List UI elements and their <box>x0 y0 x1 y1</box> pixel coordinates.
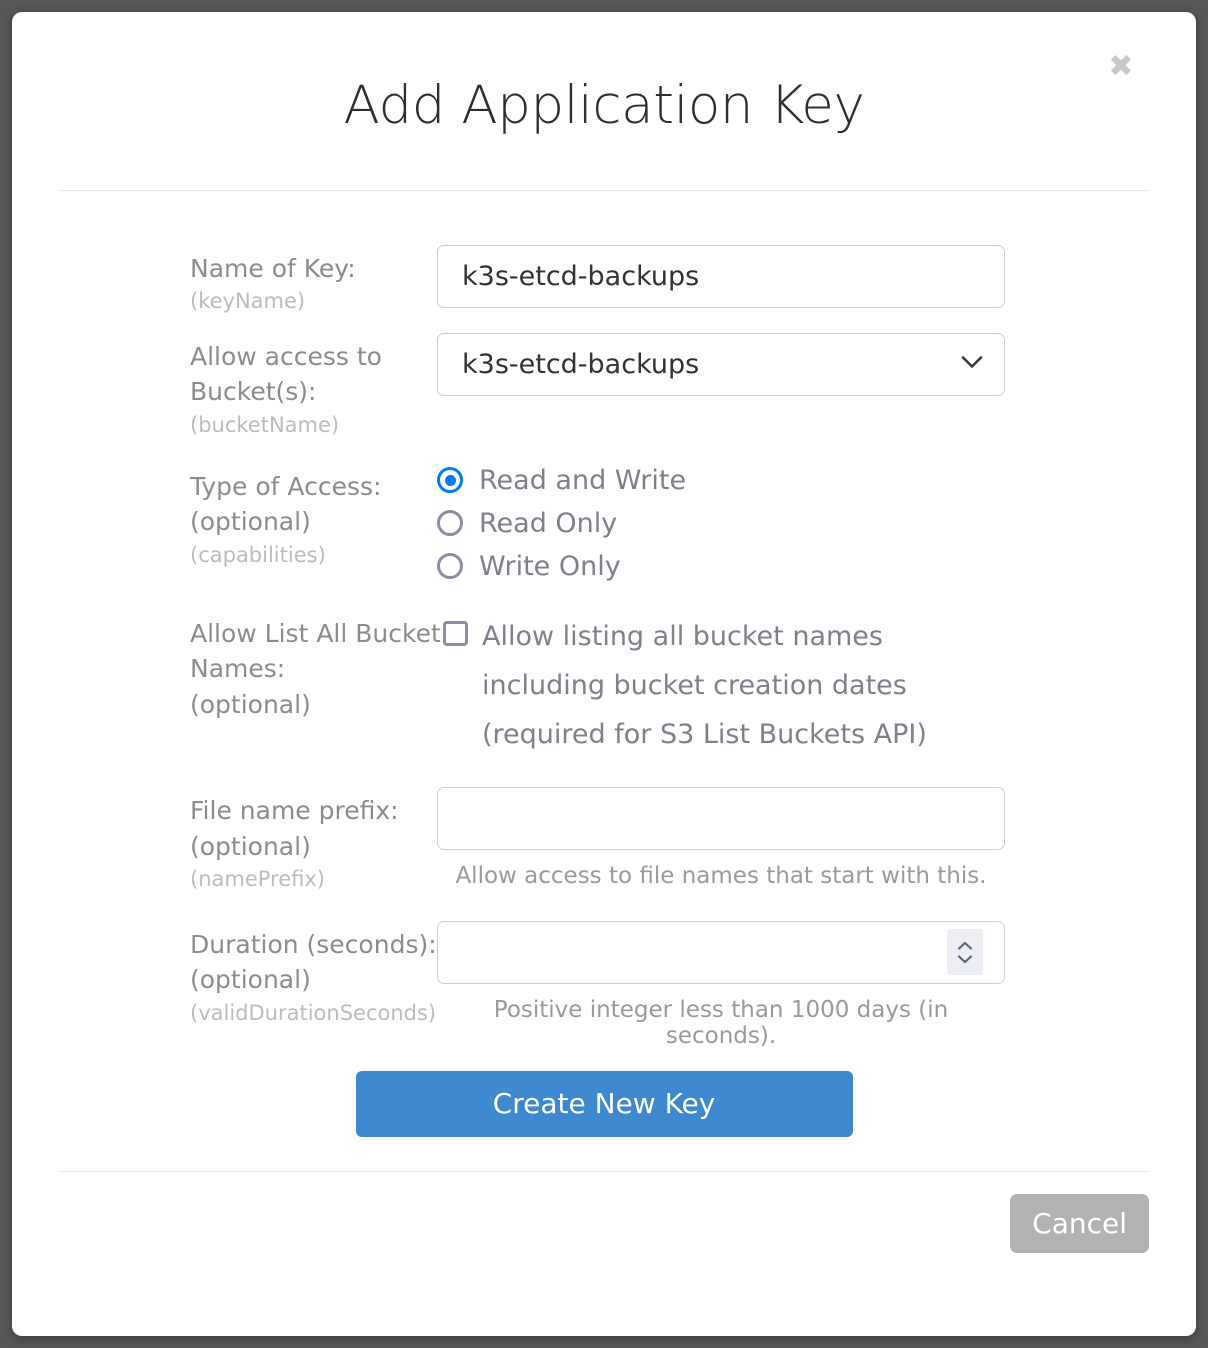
label-name-prefix-optional: (optional) <box>190 831 311 861</box>
label-list-all-buckets-optional: (optional) <box>190 689 311 719</box>
radio-unselected-icon <box>437 510 463 537</box>
duration-input-wrapper <box>437 920 1005 984</box>
close-icon[interactable]: ✖ <box>1104 50 1138 84</box>
label-bucket-text: Allow access to Bucket(s): <box>190 341 382 407</box>
radio-selected-icon <box>437 467 463 494</box>
field-duration: Positive integer less than 1000 days (in… <box>437 920 1149 1049</box>
name-prefix-helper-text: Allow access to file names that start wi… <box>455 863 987 890</box>
radio-read-and-write-label: Read and Write <box>479 464 687 496</box>
dialog-footer: Cancel <box>12 1172 1196 1253</box>
field-row-duration: Duration (seconds): (optional) (validDur… <box>59 920 1149 1049</box>
label-list-all-buckets-text: Allow List All Bucket Names: <box>190 618 441 684</box>
create-new-key-button[interactable]: Create New Key <box>355 1070 853 1137</box>
label-duration-text: Duration (seconds): <box>190 929 437 959</box>
label-access-type-text: Type of Access: <box>190 471 382 501</box>
radio-unselected-icon <box>437 553 463 580</box>
label-access-type: Type of Access: (optional) (capabilities… <box>59 463 437 571</box>
radio-write-only[interactable]: Write Only <box>437 553 1109 580</box>
label-name-prefix-text: File name prefix: <box>190 796 399 826</box>
field-row-bucket: Allow access to Bucket(s): (bucketName) … <box>59 332 1149 441</box>
field-key-name <box>437 244 1149 308</box>
label-access-type-api: (capabilities) <box>190 542 326 567</box>
radio-write-only-label: Write Only <box>479 550 621 582</box>
page-title: Add Application Key <box>343 75 865 136</box>
label-name-prefix: File name prefix: (optional) (namePrefix… <box>59 787 437 895</box>
label-duration-api: (validDurationSeconds) <box>190 1000 437 1025</box>
access-type-radio-group: Read and Write Read Only Write Only <box>437 463 1109 580</box>
label-name-prefix-api: (namePrefix) <box>190 867 325 892</box>
label-bucket-api: (bucketName) <box>190 412 340 437</box>
chevron-up-icon <box>957 941 973 950</box>
field-row-list-all-buckets: Allow List All Bucket Names: (optional) … <box>59 610 1149 759</box>
duration-helper-text: Positive integer less than 1000 days (in… <box>493 996 949 1049</box>
bucket-select-wrapper: k3s-etcd-backups <box>437 332 1005 396</box>
field-list-all-buckets: Allow listing all bucket names including… <box>443 610 1149 759</box>
label-bucket: Allow access to Bucket(s): (bucketName) <box>59 333 437 441</box>
label-key-name-api: (keyName) <box>190 289 306 314</box>
label-key-name-text: Name of Key: <box>190 253 356 283</box>
radio-read-only[interactable]: Read Only <box>437 510 1109 537</box>
application-key-form: Name of Key: (keyName) Allow access to B… <box>12 191 1196 1137</box>
field-access-type: Read and Write Read Only Write Only <box>437 463 1149 580</box>
radio-read-and-write[interactable]: Read and Write <box>437 467 1109 494</box>
list-all-buckets-checkbox-label: Allow listing all bucket names including… <box>482 620 927 751</box>
field-bucket: k3s-etcd-backups <box>437 332 1149 396</box>
label-list-all-buckets: Allow List All Bucket Names: (optional) <box>59 610 443 723</box>
number-stepper[interactable] <box>947 929 983 976</box>
field-row-key-name: Name of Key: (keyName) <box>59 244 1149 317</box>
checkbox-unchecked-icon <box>443 620 468 646</box>
bucket-select[interactable]: k3s-etcd-backups <box>437 332 1005 396</box>
cancel-button[interactable]: Cancel <box>1010 1193 1149 1253</box>
radio-read-only-label: Read Only <box>479 507 618 539</box>
add-application-key-dialog: ✖ Add Application Key Name of Key: (keyN… <box>12 12 1196 1336</box>
key-name-input[interactable] <box>437 244 1005 308</box>
duration-input[interactable] <box>437 920 1005 984</box>
field-name-prefix: Allow access to file names that start wi… <box>437 787 1149 889</box>
primary-action-row: Create New Key <box>59 1070 1149 1137</box>
field-row-access-type: Type of Access: (optional) (capabilities… <box>59 463 1149 580</box>
label-duration-optional: (optional) <box>190 965 311 995</box>
chevron-down-icon <box>957 955 973 964</box>
list-all-buckets-checkbox[interactable]: Allow listing all bucket names including… <box>443 610 983 759</box>
label-key-name: Name of Key: (keyName) <box>59 245 437 317</box>
name-prefix-input[interactable] <box>437 787 1005 851</box>
field-row-name-prefix: File name prefix: (optional) (namePrefix… <box>59 787 1149 895</box>
label-access-type-optional: (optional) <box>190 507 311 537</box>
label-duration: Duration (seconds): (optional) (validDur… <box>59 921 437 1029</box>
